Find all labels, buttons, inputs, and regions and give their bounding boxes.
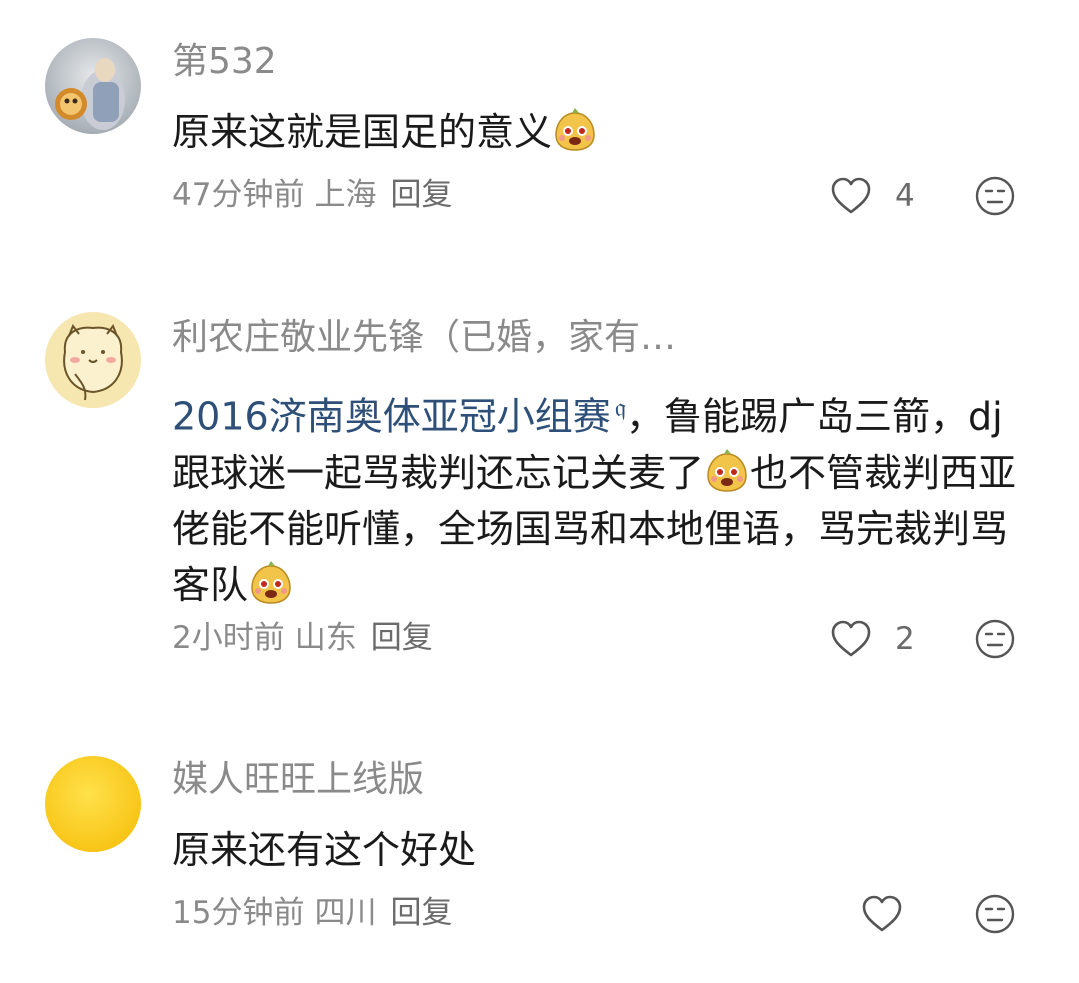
username[interactable]: 媒人旺旺上线版 bbox=[172, 758, 424, 802]
comment-meta: 47分钟前 上海 回复 bbox=[172, 175, 452, 215]
avatar[interactable] bbox=[45, 312, 141, 408]
like-count: 4 bbox=[895, 178, 915, 214]
yellow-blob-emoji-icon bbox=[704, 448, 750, 494]
avatar[interactable] bbox=[45, 38, 141, 134]
heart-outline-icon bbox=[829, 176, 873, 216]
reply-button[interactable]: 回复 bbox=[390, 177, 452, 213]
reply-button[interactable]: 回复 bbox=[371, 620, 433, 656]
heart-outline-icon bbox=[860, 894, 904, 934]
neutral-face-icon[interactable] bbox=[974, 175, 1016, 217]
search-icon: 𝔮 bbox=[614, 393, 627, 423]
comment-list: 第532 原来这就是国足的意义 47分钟前 上海 回复 4 利农庄敬业先锋（已婚… bbox=[0, 0, 1079, 983]
comment-time: 47分钟前 bbox=[172, 177, 305, 213]
neutral-face-icon[interactable] bbox=[974, 618, 1016, 660]
yellow-blob-emoji-icon bbox=[552, 107, 598, 153]
comment-text-content: 原来这就是国足的意义 bbox=[172, 110, 553, 154]
comment-location: 四川 bbox=[314, 895, 377, 931]
avatar[interactable] bbox=[45, 756, 141, 852]
heart-outline-icon bbox=[829, 619, 873, 659]
comment-time: 15分钟前 bbox=[172, 895, 305, 931]
comment-meta: 2小时前 山东 回复 bbox=[172, 618, 433, 658]
reply-button[interactable]: 回复 bbox=[390, 895, 452, 931]
comment-text: 原来这就是国足的意义 bbox=[172, 104, 1032, 160]
comment-text: 2016济南奥体亚冠小组赛 𝔮，鲁能踢广岛三箭，dj跟球迷一起骂裁判还忘记关麦了 … bbox=[172, 380, 1022, 613]
like-count: 2 bbox=[895, 621, 915, 657]
like-button[interactable]: 4 bbox=[829, 174, 915, 218]
username[interactable]: 利农庄敬业先锋（已婚，家有… bbox=[172, 316, 676, 360]
comment-text: 原来还有这个好处 bbox=[172, 822, 1032, 878]
yellow-blob-emoji-icon bbox=[248, 560, 294, 606]
like-button[interactable]: 2 bbox=[829, 617, 915, 661]
comment-time: 2小时前 bbox=[172, 620, 285, 656]
comment-text-content: 原来还有这个好处 bbox=[172, 828, 477, 872]
topic-link[interactable]: 2016济南奥体亚冠小组赛 bbox=[172, 395, 611, 439]
neutral-face-icon[interactable] bbox=[974, 893, 1016, 935]
comment-meta: 15分钟前 四川 回复 bbox=[172, 893, 452, 933]
like-button[interactable] bbox=[860, 892, 904, 936]
comment-location: 上海 bbox=[314, 177, 377, 213]
username[interactable]: 第532 bbox=[172, 40, 277, 84]
comment-location: 山东 bbox=[294, 620, 357, 656]
